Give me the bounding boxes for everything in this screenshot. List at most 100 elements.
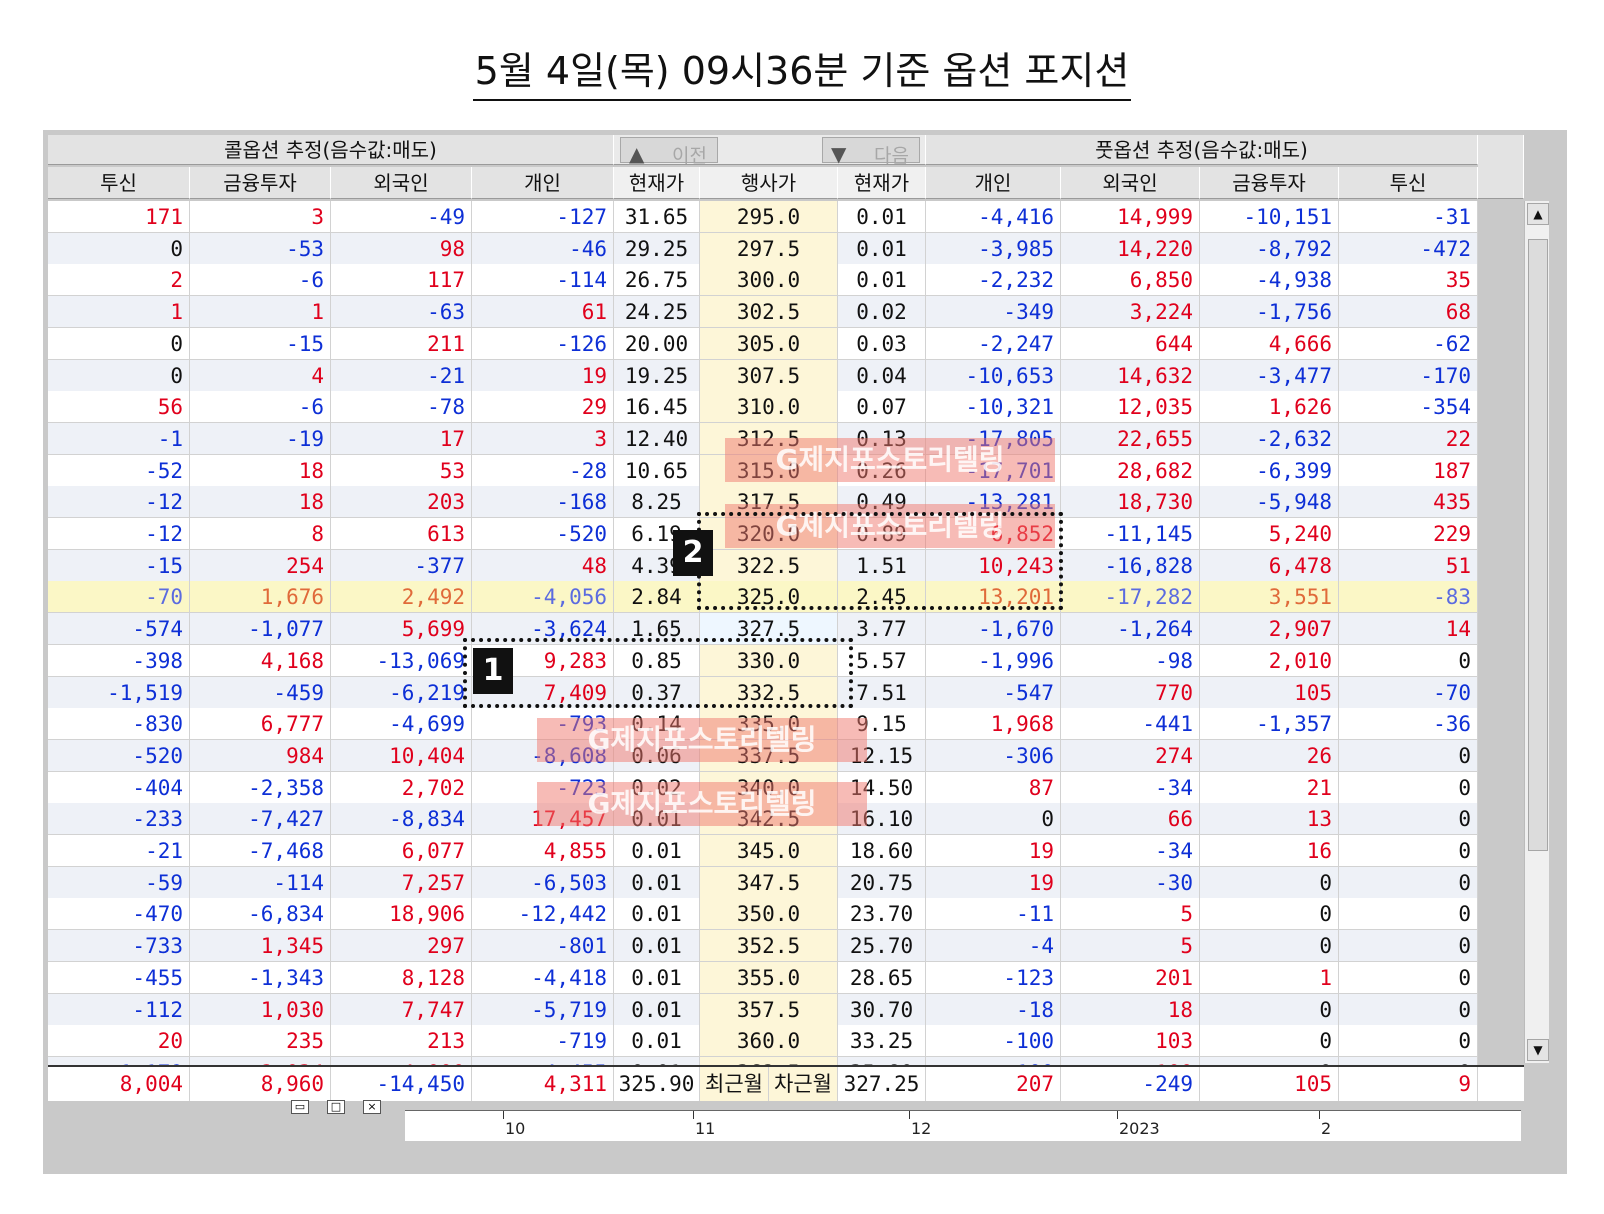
table-row[interactable]: -59 -114 7,257 -6,503 0.01 347.5 20.75 19 -30 0 0 — [48, 866, 1524, 899]
total-cell: 325.90 — [614, 1067, 700, 1101]
table-row[interactable]: -21 -7,468 6,077 4,855 0.01 345.0 18.60 19 -34 16… — [48, 835, 1524, 867]
column-header-put-foreign[interactable]: 외국인 — [1061, 167, 1200, 199]
window-restore-icon[interactable]: ▭ — [291, 1100, 309, 1114]
window-maximize-icon[interactable]: □ — [327, 1100, 345, 1114]
cell-put-financial-investment: 5,240 — [1200, 518, 1339, 550]
cell-put-financial-investment: 0 — [1200, 898, 1339, 931]
cell-call-investment-trust: -15 — [48, 549, 190, 582]
cell-call-financial-investment: -7,427 — [190, 803, 331, 836]
month-tab[interactable]: 최근월 — [700, 1067, 769, 1101]
column-header-strike-price[interactable]: 행사가 — [700, 167, 838, 199]
column-header-call-individual[interactable]: 개인 — [472, 167, 614, 199]
cell-call-foreign: 7,257 — [331, 866, 472, 899]
table-row[interactable]: -470 -6,834 18,906 -12,442 0.01 350.0 23.70 -11… — [48, 898, 1524, 931]
scroll-up-icon[interactable]: ▲ — [1527, 203, 1549, 225]
cell-call-individual: -719 — [472, 1025, 614, 1058]
cell-call-investment-trust: 20 — [48, 1025, 190, 1058]
cell-call-investment-trust: -1 — [48, 422, 190, 455]
cell-put-foreign: 6,850 — [1061, 264, 1200, 297]
total-cell: -14,450 — [331, 1067, 472, 1101]
cell-call-price: 0.01 — [614, 1025, 700, 1058]
cell-call-individual: -126 — [472, 327, 614, 360]
total-cell: -249 — [1061, 1067, 1200, 1101]
cell-put-foreign: 5 — [1061, 930, 1200, 963]
table-row[interactable]: 171 3 -49 -127 31.65 295.0 0.01 -4,416 14,999 -10… — [48, 201, 1524, 233]
table-row[interactable]: -455 -1,343 8,128 -4,418 0.01 355.0 28.65 -123 2… — [48, 961, 1524, 994]
table-row[interactable]: -112 1,030 7,747 -5,719 0.01 357.5 30.70 -18 18 0… — [48, 993, 1524, 1026]
cell-put-foreign: -30 — [1061, 866, 1200, 899]
cell-strike-price: 357.5 — [700, 993, 838, 1026]
total-cell: 207 — [926, 1067, 1061, 1101]
cell-call-financial-investment: 4,168 — [190, 644, 331, 677]
cell-call-financial-investment: 1 — [190, 296, 331, 329]
table-row[interactable]: 1 1 -63 61 24.25 302.5 0.02 -349 3,224 -1,756 68 — [48, 296, 1524, 329]
cell-call-foreign: 17 — [331, 422, 472, 455]
cell-call-financial-investment: -6 — [190, 264, 331, 297]
cell-strike-price: 347.5 — [700, 866, 838, 899]
cell-put-financial-investment: 0 — [1200, 930, 1339, 963]
cell-call-individual: -5,719 — [472, 993, 614, 1026]
cell-call-individual: 3 — [472, 422, 614, 455]
scroll-thumb[interactable] — [1528, 239, 1548, 851]
cell-call-investment-trust: -12 — [48, 518, 190, 550]
cell-put-foreign: 201 — [1061, 961, 1200, 994]
cell-call-financial-investment: 1,676 — [190, 581, 331, 614]
column-header-call-price[interactable]: 현재가 — [614, 167, 700, 199]
cell-put-financial-investment: 13 — [1200, 803, 1339, 836]
cell-put-investment-trust: 0 — [1339, 835, 1478, 867]
table-row[interactable]: 0 -15 211 -126 20.00 305.0 0.03 -2,247 644 4,666-… — [48, 327, 1524, 360]
table-row[interactable]: 20 235 213 -719 0.01 360.0 33.25 -100 103 0 0 — [48, 1025, 1524, 1058]
cell-call-foreign: 18,906 — [331, 898, 472, 931]
watermark: G제지포스토리텔링 — [537, 718, 867, 762]
column-header-put-price[interactable]: 현재가 — [838, 167, 926, 199]
table-row[interactable]: 0 -53 98 -46 29.25 297.5 0.01 -3,985 14,220 -8,79… — [48, 232, 1524, 265]
cell-call-foreign: -21 — [331, 359, 472, 392]
cell-put-individual: 19 — [926, 835, 1061, 867]
axis-tick — [909, 1111, 910, 1119]
cell-put-financial-investment: -4,938 — [1200, 264, 1339, 297]
cell-put-foreign: -11,145 — [1061, 518, 1200, 550]
up-arrow-icon: ▲ — [629, 142, 645, 166]
cell-call-individual: -6,503 — [472, 866, 614, 899]
cell-call-foreign: 117 — [331, 264, 472, 297]
table-row[interactable]: 0 4 -21 19 19.25 307.5 0.04 -10,653 14,632 -3,477… — [48, 359, 1524, 392]
table-row[interactable]: 2 -6 117 -114 26.75 300.0 0.01 -2,232 6,850 -4,93… — [48, 264, 1524, 297]
cell-put-individual: -4 — [926, 930, 1061, 963]
table-row[interactable]: -733 1,345 297 -801 0.01 352.5 25.70 -4 5 0 0 — [48, 930, 1524, 963]
cell-put-investment-trust: 35 — [1339, 264, 1478, 297]
cell-call-foreign: -6,219 — [331, 676, 472, 709]
cell-put-individual: -10,653 — [926, 359, 1061, 392]
cell-call-price: 0.01 — [614, 866, 700, 899]
month-tab[interactable]: 차근월 — [769, 1067, 838, 1101]
vertical-scrollbar[interactable]: ▲ ▼ — [1524, 201, 1549, 1063]
cell-call-foreign: -4,699 — [331, 708, 472, 741]
cell-call-investment-trust: -12 — [48, 486, 190, 519]
cell-put-foreign: 66 — [1061, 803, 1200, 836]
cell-put-investment-trust: 0 — [1339, 771, 1478, 804]
cell-put-price: 0.07 — [838, 391, 926, 424]
prev-button[interactable]: ▲ 이전 — [620, 137, 718, 167]
column-header-put-investment-trust[interactable]: 투신 — [1339, 167, 1478, 199]
column-header-put-financial-investment[interactable]: 금융투자 — [1200, 167, 1339, 199]
column-header-put-individual[interactable]: 개인 — [926, 167, 1061, 199]
cell-put-foreign: -98 — [1061, 644, 1200, 677]
cell-call-investment-trust: -574 — [48, 613, 190, 646]
annotation-badge-1: 1 — [473, 648, 513, 694]
axis-tick-label: 2 — [1321, 1119, 1332, 1138]
column-header-call-investment-trust[interactable]: 투신 — [48, 167, 190, 199]
option-position-window: 콜옵션 추정(음수값:매도) ▲ 이전 ▼ 다음 풋옵션 추정(음수값:매도) … — [43, 130, 1567, 1174]
cell-put-financial-investment: 2,907 — [1200, 613, 1339, 646]
column-header-call-foreign[interactable]: 외국인 — [331, 167, 472, 199]
column-header-call-financial-investment[interactable]: 금융투자 — [190, 167, 331, 199]
cell-call-individual: 29 — [472, 391, 614, 424]
cell-call-price: 12.40 — [614, 422, 700, 455]
cell-call-price: 0.01 — [614, 961, 700, 994]
cell-call-price: 0.01 — [614, 930, 700, 963]
next-button[interactable]: ▼ 다음 — [822, 137, 920, 167]
scroll-down-icon[interactable]: ▼ — [1527, 1039, 1549, 1061]
table-row[interactable]: 56 -6 -78 29 16.45 310.0 0.07 -10,321 12,035 1,62… — [48, 391, 1524, 424]
close-icon[interactable]: × — [363, 1100, 381, 1114]
down-arrow-icon: ▼ — [831, 142, 847, 166]
cell-strike-price: 307.5 — [700, 359, 838, 392]
cell-put-foreign: 14,220 — [1061, 232, 1200, 265]
